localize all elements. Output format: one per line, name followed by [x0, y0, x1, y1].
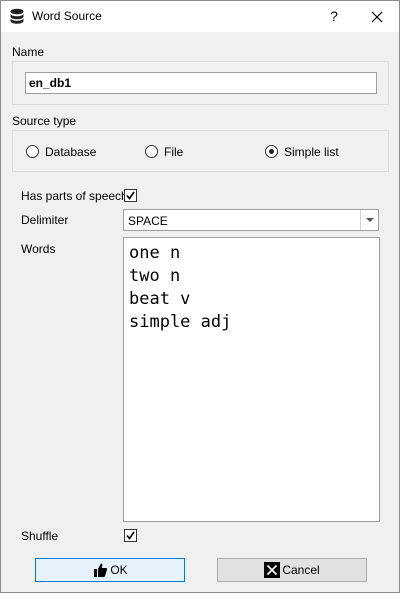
radio-file[interactable] — [145, 145, 158, 158]
window-title: Word Source — [32, 9, 102, 23]
words-label: Words — [21, 242, 56, 256]
delimiter-value: SPACE — [128, 214, 168, 228]
radio-simple-list-label[interactable]: Simple list — [284, 145, 339, 159]
close-icon — [371, 11, 383, 23]
name-field[interactable]: en_db1 — [25, 72, 377, 94]
radio-database[interactable] — [26, 145, 39, 158]
name-label: Name — [12, 45, 45, 59]
title-bar: Word Source ? — [1, 1, 399, 32]
database-icon — [9, 8, 25, 26]
has-pos-checkbox[interactable] — [124, 189, 137, 202]
delimiter-combo[interactable]: SPACE — [123, 209, 379, 231]
radio-simple-list[interactable] — [265, 145, 278, 158]
help-button[interactable]: ? — [323, 5, 345, 27]
source-type-label: Source type — [12, 114, 77, 128]
radio-database-label[interactable]: Database — [45, 145, 96, 159]
close-button[interactable] — [365, 5, 389, 27]
cancel-button[interactable]: Cancel — [217, 558, 367, 582]
cancel-icon — [264, 562, 281, 578]
thumbs-up-icon — [94, 563, 108, 577]
checkmark-icon — [126, 531, 135, 540]
ok-label: OK — [110, 563, 128, 577]
cancel-label: Cancel — [282, 563, 320, 577]
shuffle-checkbox[interactable] — [124, 529, 137, 542]
shuffle-label: Shuffle — [21, 529, 59, 543]
chevron-down-icon[interactable] — [360, 210, 378, 230]
words-textarea[interactable]: one n two n beat v simple adj — [123, 237, 380, 522]
source-type-group: Database File Simple list — [12, 130, 389, 172]
delimiter-label: Delimiter — [21, 213, 69, 227]
has-pos-label: Has parts of speech — [21, 189, 128, 203]
radio-file-label[interactable]: File — [164, 145, 183, 159]
word-source-dialog: Word Source ? Name en_db1 Source type Da… — [0, 0, 400, 593]
checkmark-icon — [126, 191, 135, 200]
name-group: en_db1 — [12, 61, 389, 105]
ok-button[interactable]: OK — [35, 558, 185, 582]
